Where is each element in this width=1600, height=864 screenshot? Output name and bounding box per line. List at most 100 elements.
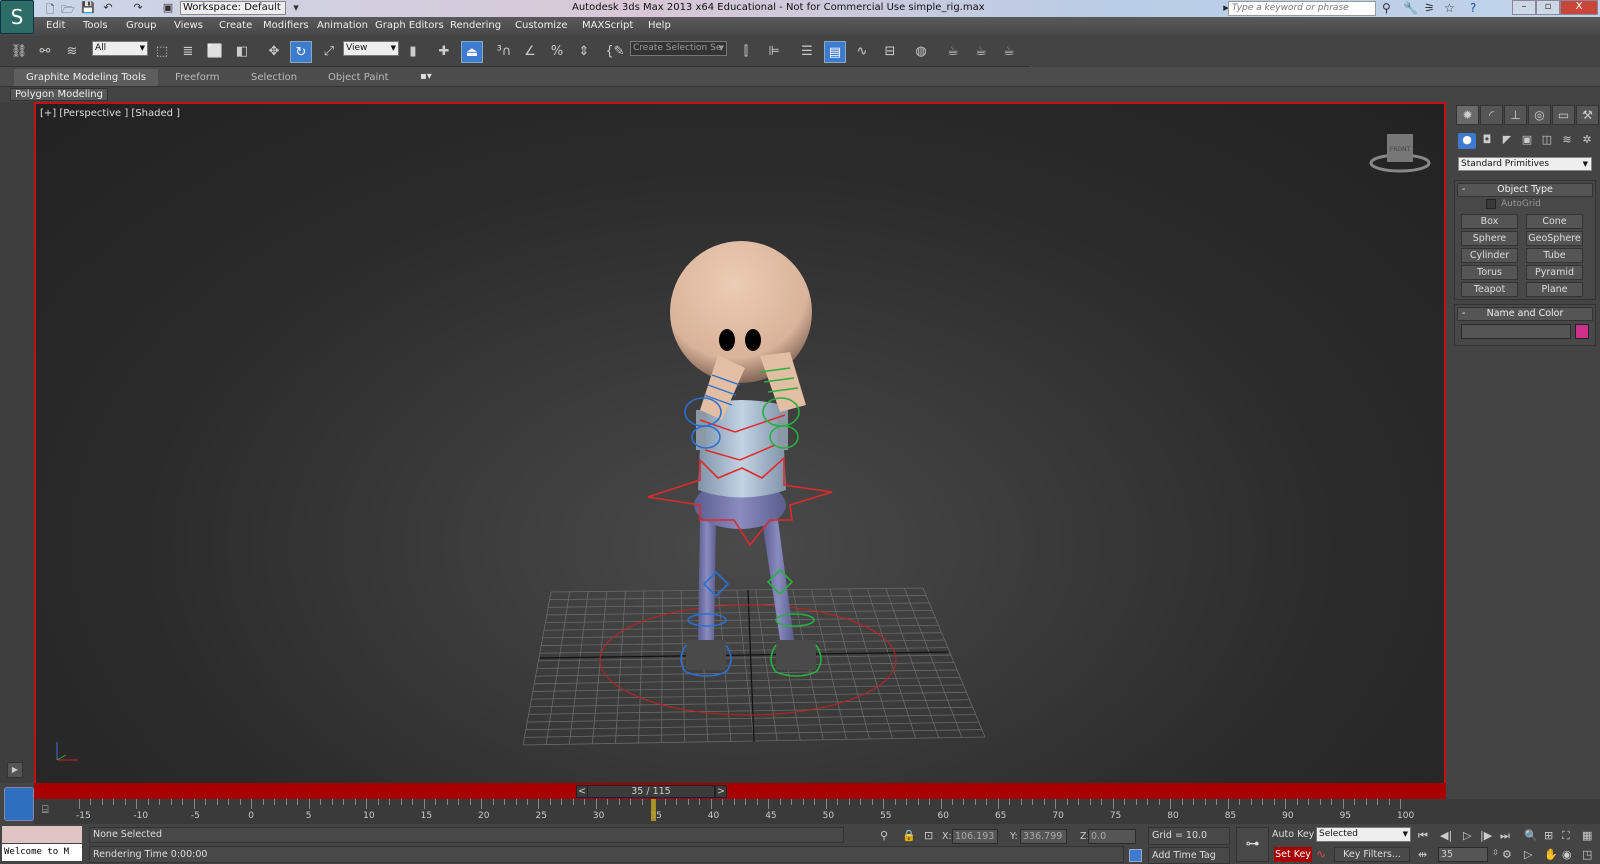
menu-customize[interactable]: Customize xyxy=(515,20,568,31)
zoom-extents-all-icon[interactable]: ▦ xyxy=(1582,829,1592,842)
tube-button[interactable]: Tube xyxy=(1526,248,1583,263)
lights-icon[interactable]: ◤ xyxy=(1498,133,1516,149)
select-manipulate-icon[interactable]: ✚ xyxy=(433,41,455,63)
reference-coordinate-dropdown[interactable]: View xyxy=(343,41,399,56)
rectangular-selection-icon[interactable]: ⬜ xyxy=(204,41,226,63)
next-frame-button[interactable]: > xyxy=(715,785,727,798)
plane-button[interactable]: Plane xyxy=(1526,282,1583,297)
edit-named-selection-icon[interactable]: {✎ xyxy=(604,41,626,63)
menu-maxscript[interactable]: MAXScript xyxy=(582,20,633,31)
unlink-icon[interactable]: ⚯ xyxy=(34,41,56,63)
absolute-transform-icon[interactable]: ⊡ xyxy=(924,829,933,842)
pivot-center-icon[interactable]: ▮ xyxy=(402,41,424,63)
angle-snap-icon[interactable]: ∠ xyxy=(519,41,541,63)
cone-button[interactable]: Cone xyxy=(1526,214,1583,229)
graphite-toggle-icon[interactable]: ▤ xyxy=(824,41,846,63)
y-coordinate-field[interactable]: 336.799 xyxy=(1020,829,1067,844)
helpers-icon[interactable]: ◫ xyxy=(1538,133,1556,149)
go-to-end-icon[interactable]: ⏭ xyxy=(1500,829,1510,843)
tab-graphite-modeling-tools[interactable]: Graphite Modeling Tools xyxy=(14,69,159,86)
go-to-start-icon[interactable]: ⏮ xyxy=(1418,829,1428,843)
menu-group[interactable]: Group xyxy=(126,20,156,31)
expand-viewport-layout-icon[interactable]: ▶ xyxy=(7,762,23,778)
auto-key-button[interactable]: Auto Key xyxy=(1272,829,1314,840)
project-folder-icon[interactable]: ▣ xyxy=(160,1,176,15)
cylinder-button[interactable]: Cylinder xyxy=(1461,248,1518,263)
time-slider-track[interactable] xyxy=(34,783,1446,799)
menu-tools[interactable]: Tools xyxy=(83,20,108,31)
display-tab-icon[interactable]: ▭ xyxy=(1552,105,1575,125)
name-and-color-header[interactable]: - Name and Color xyxy=(1457,307,1593,321)
next-key-icon[interactable]: |▶ xyxy=(1480,829,1492,842)
maxscript-mini-listener[interactable]: Welcome to M xyxy=(2,844,82,861)
pan-view-icon[interactable]: ✋ xyxy=(1544,848,1558,861)
restore-button[interactable]: ▫ xyxy=(1536,0,1560,15)
tab-selection[interactable]: Selection xyxy=(239,69,309,86)
spinner-snap-icon[interactable]: ⇕ xyxy=(573,41,595,63)
time-slider[interactable]: < 35 / 115 > xyxy=(576,785,727,798)
menu-views[interactable]: Views xyxy=(174,20,203,31)
perspective-viewport[interactable]: [+] [Perspective ] [Shaded ] FRONT xyxy=(34,102,1446,785)
field-of-view-icon[interactable]: ▷ xyxy=(1524,848,1532,861)
systems-icon[interactable]: ✲ xyxy=(1578,133,1596,149)
selection-lock-icon[interactable]: 🔒 xyxy=(902,829,916,842)
maxscript-mini-listener-pink[interactable] xyxy=(2,826,82,843)
close-button[interactable]: X xyxy=(1560,0,1598,15)
previous-key-icon[interactable]: ◀| xyxy=(1440,829,1452,842)
key-mode-dropdown[interactable]: Selected xyxy=(1316,827,1411,842)
key-mode-toggle-icon[interactable]: ⇹ xyxy=(1418,848,1427,861)
utilities-tab-icon[interactable]: ⚒ xyxy=(1576,105,1599,125)
tab-object-paint[interactable]: Object Paint xyxy=(316,69,401,86)
open-file-icon[interactable]: 🗁 xyxy=(60,1,76,16)
viewcube-front-label[interactable]: FRONT xyxy=(1390,146,1411,153)
menu-edit[interactable]: Edit xyxy=(46,20,65,31)
polygon-modeling-panel[interactable]: Polygon Modeling xyxy=(10,88,108,101)
right-foot[interactable] xyxy=(776,640,816,670)
frame-spinner-icon[interactable]: ⇳ xyxy=(1492,848,1499,857)
default-tangents-icon[interactable]: ∿ xyxy=(1316,847,1326,861)
selection-filter-dropdown[interactable]: All xyxy=(92,41,148,56)
align-icon[interactable]: ⊫ xyxy=(763,41,785,63)
menu-graph-editors[interactable]: Graph Editors xyxy=(375,20,444,31)
x-coordinate-field[interactable]: 106.193 xyxy=(952,829,998,844)
set-keys-key-icon[interactable]: ⊶ xyxy=(1236,827,1269,862)
time-configuration-icon[interactable]: ⚙ xyxy=(1502,848,1512,861)
help-search-input[interactable]: Type a keyword or phrase xyxy=(1228,1,1376,16)
add-time-tag-button[interactable]: Add Time Tag xyxy=(1148,847,1230,864)
select-object-icon[interactable]: ⬚ xyxy=(151,41,173,63)
cameras-icon[interactable]: ▣ xyxy=(1518,133,1536,149)
current-frame-field[interactable]: 35 xyxy=(1438,847,1488,862)
workspace-dropdown[interactable]: Workspace: Default xyxy=(180,1,286,15)
orbit-icon[interactable]: ◉ xyxy=(1562,848,1572,861)
hierarchy-tab-icon[interactable]: ⊥ xyxy=(1504,105,1527,125)
select-by-name-icon[interactable]: ≣ xyxy=(177,41,199,63)
favorites-star-icon[interactable]: ☆ xyxy=(1444,1,1455,15)
geometry-icon[interactable]: ● xyxy=(1458,133,1476,149)
create-tab-icon[interactable]: ✹ xyxy=(1456,105,1479,125)
menu-animation[interactable]: Animation xyxy=(317,20,368,31)
redo-icon[interactable]: ↷ xyxy=(130,1,146,15)
time-tag-icon[interactable] xyxy=(1129,849,1142,862)
select-move-icon[interactable]: ✥ xyxy=(263,41,285,63)
zoom-all-icon[interactable]: ⊞ xyxy=(1544,829,1553,842)
viewport-label[interactable]: [+] [Perspective ] [Shaded ] xyxy=(40,108,180,119)
keyboard-shortcut-override-icon[interactable]: ⏏ xyxy=(461,41,483,63)
autogrid-checkbox[interactable] xyxy=(1486,199,1496,209)
named-selection-dropdown[interactable]: Create Selection Se xyxy=(630,41,727,56)
torus-button[interactable]: Torus xyxy=(1461,265,1518,280)
help-icon[interactable]: ? xyxy=(1470,1,1476,15)
object-type-header[interactable]: - Object Type xyxy=(1457,183,1593,197)
object-name-input[interactable] xyxy=(1461,324,1571,339)
tab-freeform[interactable]: Freeform xyxy=(163,69,232,86)
curve-editor-icon[interactable]: ∿ xyxy=(851,41,873,63)
link-icon[interactable]: ⛓ xyxy=(8,41,30,63)
object-color-swatch[interactable] xyxy=(1575,324,1589,339)
box-button[interactable]: Box xyxy=(1461,214,1518,229)
application-menu-button[interactable]: S xyxy=(0,0,34,34)
layer-manager-icon[interactable]: ☰ xyxy=(796,41,818,63)
teapot-button[interactable]: Teapot xyxy=(1461,282,1518,297)
play-icon[interactable]: ▷ xyxy=(1463,829,1471,842)
zoom-extents-icon[interactable]: ⛶ xyxy=(1562,829,1570,843)
menu-create[interactable]: Create xyxy=(219,20,252,31)
motion-tab-icon[interactable]: ◎ xyxy=(1528,105,1551,125)
